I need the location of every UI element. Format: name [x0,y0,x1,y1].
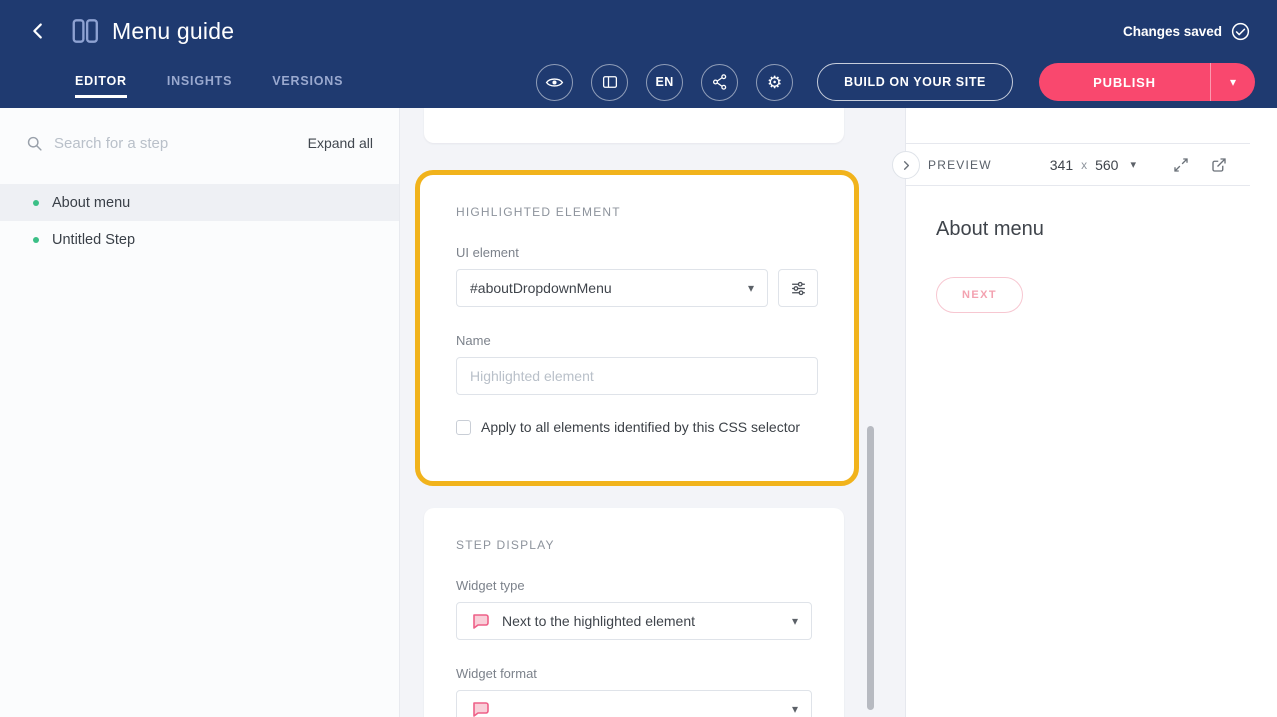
preview-size-dropdown[interactable]: 341 x 560 ▾ [1050,157,1136,173]
ui-element-select[interactable]: #aboutDropdownMenu ▾ [456,269,768,307]
selector-settings-button[interactable] [778,269,818,307]
steps-sidebar: Expand all About menu Untitled Step [0,108,400,717]
ui-element-row: #aboutDropdownMenu ▾ [456,269,818,307]
step-display-card: STEP DISPLAY Widget type Next to the hig… [424,508,844,717]
name-label: Name [456,333,818,348]
language-button[interactable]: EN [646,64,683,101]
widget-type-value: Next to the highlighted element [502,613,772,629]
section-title: STEP DISPLAY [456,538,812,552]
page-title: Menu guide [112,18,234,45]
apply-to-all-row: Apply to all elements identified by this… [456,419,818,435]
header-tabs: EDITOR INSIGHTS VERSIONS [75,66,343,98]
check-circle-icon [1230,21,1251,42]
body-layout: Expand all About menu Untitled Step HIGH… [0,108,1277,717]
build-on-your-site-button[interactable]: BUILD ON YOUR SITE [817,63,1013,101]
layout-icon [601,73,619,91]
expand-all-link[interactable]: Expand all [308,135,373,151]
changes-saved-label: Changes saved [1123,24,1222,39]
apply-to-all-label: Apply to all elements identified by this… [481,419,800,435]
widget-type-label: Widget type [456,578,812,593]
publish-button[interactable]: PUBLISH [1039,63,1211,101]
apply-to-all-checkbox[interactable] [456,420,471,435]
chevron-right-icon [899,158,914,173]
highlighted-element-card: HIGHLIGHTED ELEMENT UI element #aboutDro… [415,170,859,486]
settings-button[interactable]: ⚙ [756,64,793,101]
fullscreen-icon[interactable] [1172,156,1190,174]
share-button[interactable] [701,64,738,101]
step-item-label: About menu [52,195,130,211]
preview-eye-button[interactable] [536,64,573,101]
widget-tooltip-icon [470,611,490,631]
share-icon [711,73,729,91]
step-status-dot [33,200,39,206]
publish-button-group: PUBLISH ▾ [1039,63,1255,101]
search-input[interactable] [54,135,297,152]
step-item-label: Untitled Step [52,232,135,248]
widget-type-select[interactable]: Next to the highlighted element ▾ [456,602,812,640]
widget-format-select[interactable]: ▾ [456,690,812,717]
app-logo-icon [70,16,100,46]
preview-panel: PREVIEW 341 x 560 ▾ About menu NEXT [905,108,1277,717]
tab-versions[interactable]: VERSIONS [272,66,343,98]
ui-element-value: #aboutDropdownMenu [470,280,740,296]
app-window: Menu guide Changes saved EDITOR INSIGHTS… [0,0,1277,717]
chevron-down-icon: ▾ [792,702,798,716]
highlighted-element-name-input[interactable] [456,357,818,395]
chevron-down-icon: ▾ [748,281,754,295]
chevron-down-icon: ▾ [792,614,798,628]
publish-dropdown-button[interactable]: ▾ [1211,63,1255,101]
back-button[interactable] [24,17,52,45]
gear-icon: ⚙ [767,74,782,91]
step-search-row: Expand all [0,108,399,178]
preview-actions [1172,156,1228,174]
previous-card-partial [424,108,844,143]
next-button[interactable]: NEXT [936,277,1023,313]
widget-format-label: Widget format [456,666,812,681]
section-title: HIGHLIGHTED ELEMENT [456,205,818,219]
preview-height-value: 560 [1095,157,1118,173]
size-separator: x [1081,158,1087,172]
open-in-new-icon[interactable] [1210,156,1228,174]
step-settings-panel: HIGHLIGHTED ELEMENT UI element #aboutDro… [400,108,905,717]
top-bar-row-1: Menu guide Changes saved [0,0,1277,56]
step-status-dot [33,237,39,243]
step-item-untitled-step[interactable]: Untitled Step [0,221,399,258]
step-list: About menu Untitled Step [0,178,399,258]
sliders-icon [790,280,807,297]
changes-saved-status: Changes saved [1123,21,1251,42]
chevron-down-icon: ▾ [1130,158,1136,171]
eye-icon [545,73,564,92]
layout-button[interactable] [591,64,628,101]
language-label: EN [655,75,673,89]
ui-element-label: UI element [456,245,818,260]
header-icon-buttons: EN ⚙ [536,64,793,101]
top-bar: Menu guide Changes saved EDITOR INSIGHTS… [0,0,1277,108]
preview-header: PREVIEW 341 x 560 ▾ [906,143,1250,186]
chevron-down-icon: ▾ [1230,75,1236,89]
preview-step-title: About menu [936,218,1247,241]
widget-format-icon [470,699,490,717]
scrollbar-thumb[interactable] [867,426,874,710]
tab-editor[interactable]: EDITOR [75,66,127,98]
highlighted-element-card-inner: HIGHLIGHTED ELEMENT UI element #aboutDro… [420,175,854,481]
preview-content: About menu NEXT [906,186,1277,345]
chevron-left-icon [27,20,49,42]
preview-title: PREVIEW [928,158,992,172]
step-item-about-menu[interactable]: About menu [0,184,399,221]
tab-insights[interactable]: INSIGHTS [167,66,232,98]
collapse-preview-button[interactable] [892,151,920,179]
search-icon [26,135,43,152]
top-bar-row-2: EDITOR INSIGHTS VERSIONS EN ⚙ [0,56,1277,108]
preview-width-value: 341 [1050,157,1073,173]
